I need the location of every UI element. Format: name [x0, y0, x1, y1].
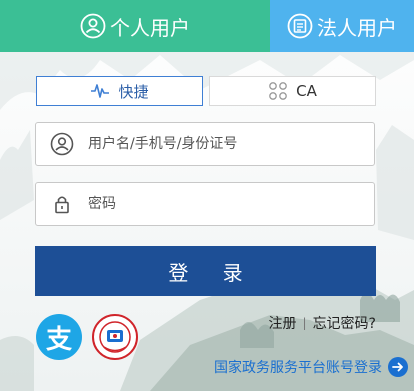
social-security-card-button[interactable] — [92, 314, 138, 360]
login-mode-ca[interactable]: CA — [209, 76, 376, 106]
forgot-password-link[interactable]: 忘记密码? — [313, 313, 376, 333]
lock-icon — [50, 192, 74, 216]
social-security-card-icon — [92, 314, 138, 360]
national-platform-login-label: 国家政务服务平台账号登录 — [214, 360, 382, 376]
register-link[interactable]: 注册 — [269, 313, 297, 333]
id-card-icon — [287, 13, 313, 39]
login-mode-quick[interactable]: 快捷 — [36, 76, 203, 106]
tab-personal-user[interactable]: 个人用户 — [0, 0, 270, 52]
national-platform-login[interactable]: 国家政务服务平台账号登录 — [214, 357, 408, 377]
user-icon — [50, 132, 74, 156]
username-field — [35, 122, 375, 166]
alipay-login-button[interactable]: 支 — [36, 314, 82, 360]
ca-cert-icon — [268, 81, 288, 101]
tab-legal-label: 法人用户 — [317, 15, 397, 40]
login-button[interactable]: 登 录 — [35, 246, 376, 296]
arrow-right-icon — [388, 357, 408, 377]
username-input[interactable] — [86, 135, 360, 153]
auxiliary-links: 注册 | 忘记密码? — [269, 313, 376, 333]
login-mode-quick-label: 快捷 — [118, 82, 149, 101]
user-circle-icon — [80, 13, 106, 39]
tab-legal-user[interactable]: 法人用户 — [270, 0, 414, 52]
user-type-tabs: 个人用户 法人用户 — [0, 0, 414, 52]
alipay-icon: 支 — [45, 324, 72, 355]
link-separator: | — [302, 316, 307, 330]
login-mode-ca-label: CA — [296, 82, 317, 100]
tab-personal-label: 个人用户 — [110, 15, 190, 40]
password-field — [35, 182, 375, 226]
password-input[interactable] — [86, 195, 360, 213]
pulse-icon — [90, 82, 110, 100]
